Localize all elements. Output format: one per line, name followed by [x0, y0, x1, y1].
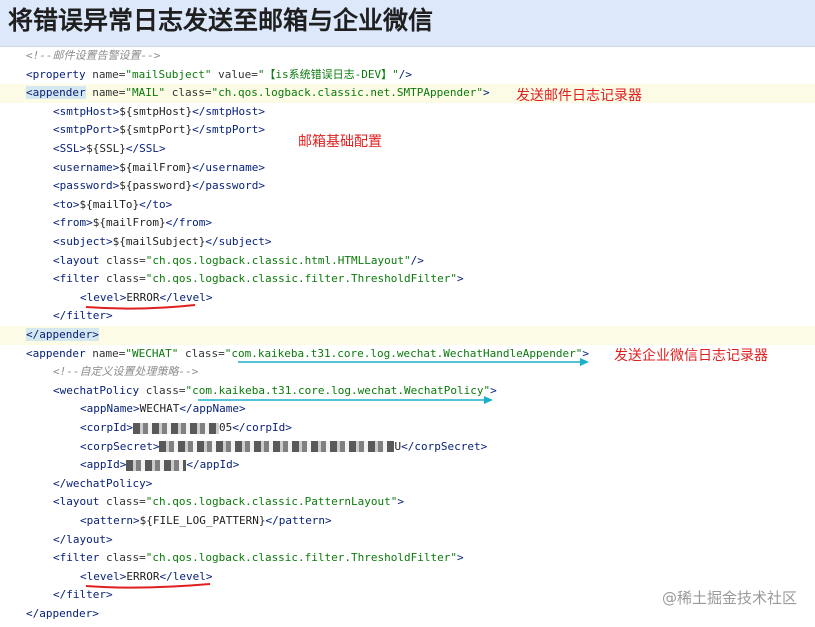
annotation-mail-appender: 发送邮件日志记录器	[516, 88, 642, 104]
annotation-mail-config: 邮箱基础配置	[298, 134, 382, 150]
arrow-head-icon	[484, 396, 493, 404]
annotation-wechat-appender: 发送企业微信日志记录器	[614, 348, 768, 364]
underline-mark	[85, 304, 196, 310]
arrow-head-icon	[580, 358, 589, 366]
annotation-marks	[85, 304, 589, 589]
watermark: @稀土掘金技术社区	[661, 589, 797, 607]
underline-mark	[85, 583, 211, 589]
